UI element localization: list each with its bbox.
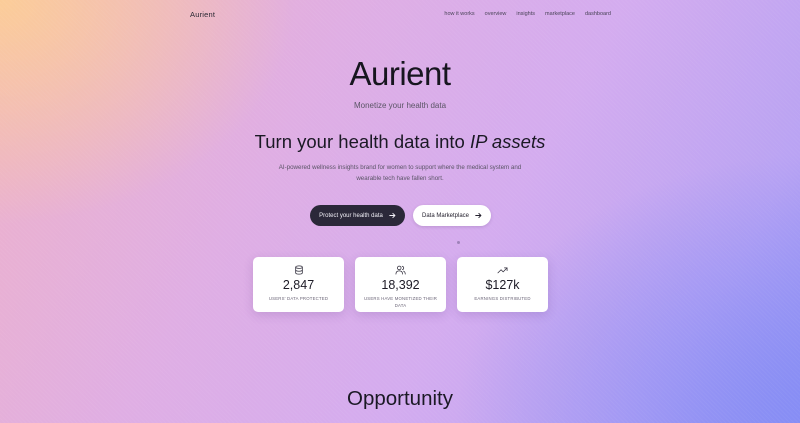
data-marketplace-button-label: Data Marketplace	[421, 212, 470, 219]
opportunity-section-title: Opportunity	[347, 387, 453, 410]
protect-data-button[interactable]: Protect your health data	[310, 205, 405, 226]
stat-label: EARNINGS DISTRIBUTED	[474, 296, 531, 301]
nav-how-it-works[interactable]: how it works	[444, 11, 474, 17]
users-icon	[395, 265, 406, 275]
stat-value: 18,392	[381, 278, 420, 292]
stat-card-earnings: $127k EARNINGS DISTRIBUTED	[457, 257, 548, 312]
nav-overview[interactable]: overview	[485, 11, 507, 17]
top-nav: how it works overview insights marketpla…	[444, 11, 611, 17]
headline-emphasis: IP assets	[469, 131, 546, 152]
trending-up-icon	[497, 267, 508, 274]
stat-card-users-protected: 2,847 USERS' DATA PROTECTED	[253, 257, 344, 312]
hero-description: AI-powered wellness insights brand for w…	[278, 164, 522, 182]
cursor-dot	[457, 241, 460, 244]
database-icon	[294, 265, 303, 275]
stat-label: USERS HAVE MONETIZED THEIR DATA	[363, 296, 438, 308]
data-marketplace-button[interactable]: Data Marketplace	[413, 205, 491, 226]
stat-value: 2,847	[282, 278, 315, 292]
protect-data-button-label: Protect your health data	[319, 212, 383, 219]
nav-marketplace[interactable]: marketplace	[545, 11, 575, 17]
stat-card-users-monetized: 18,392 USERS HAVE MONETIZED THEIR DATA	[355, 257, 446, 312]
headline: Turn your health data into IP assets	[0, 131, 800, 153]
arrow-right-icon	[389, 212, 396, 219]
arrow-right-icon	[475, 212, 482, 219]
nav-insights[interactable]: insights	[516, 11, 535, 17]
stat-value: $127k	[485, 278, 520, 292]
nav-dashboard[interactable]: dashboard	[585, 11, 611, 17]
headline-text: Turn your health data into	[254, 131, 470, 152]
hero-subtitle: Monetize your health data	[353, 101, 447, 110]
brand-logo[interactable]: Aurient	[190, 10, 215, 19]
hero-title: Aurient	[349, 55, 451, 92]
stat-label: USERS' DATA PROTECTED	[268, 296, 329, 301]
